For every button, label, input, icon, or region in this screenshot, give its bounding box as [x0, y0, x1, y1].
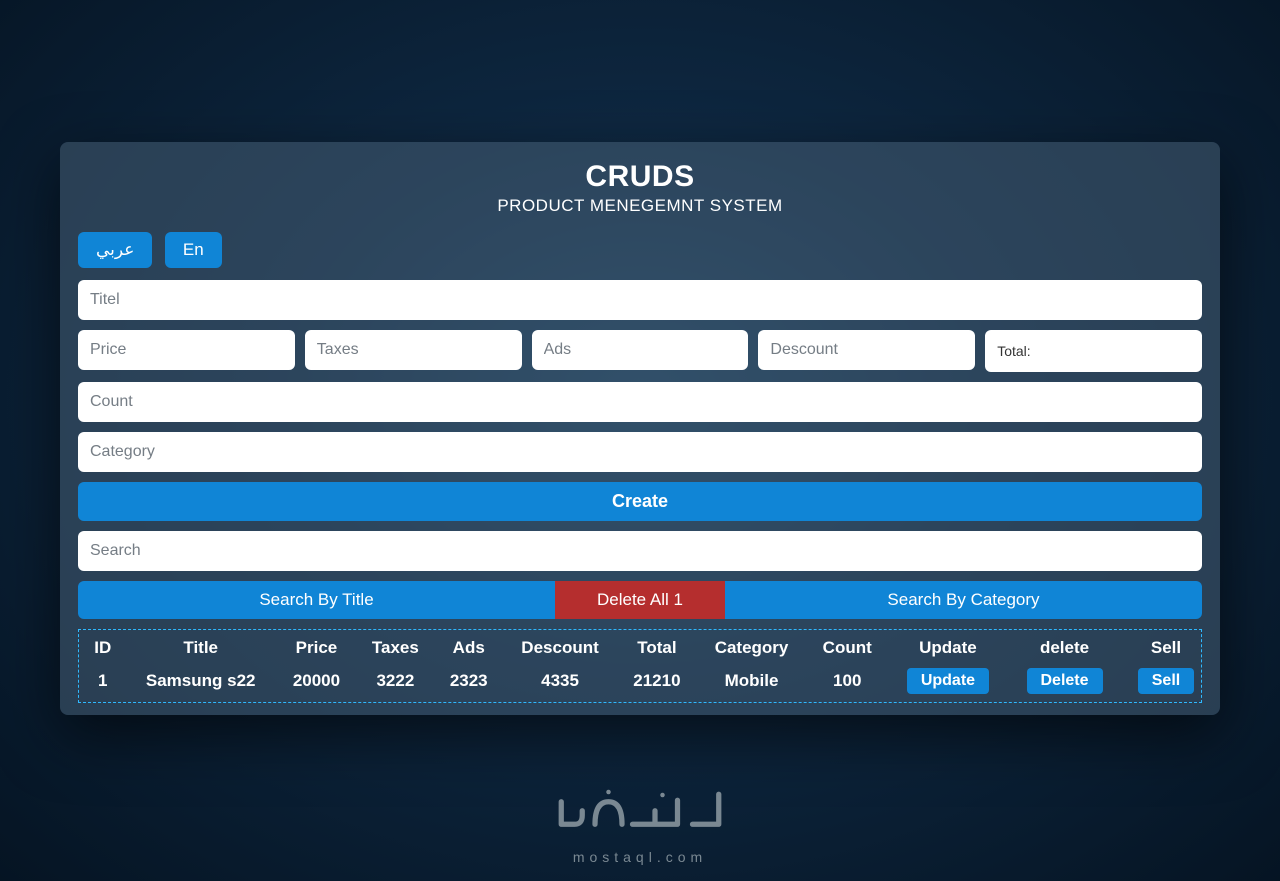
footer-brand-text: mostaql.com	[550, 849, 730, 865]
products-table: ID Title Price Taxes Ads Descount Total …	[81, 632, 1202, 702]
table-container[interactable]: ID Title Price Taxes Ads Descount Total …	[78, 629, 1202, 703]
th-count: Count	[807, 632, 888, 664]
th-discount: Descount	[503, 632, 618, 664]
delete-button[interactable]: Delete	[1027, 668, 1103, 694]
update-button[interactable]: Update	[907, 668, 989, 694]
create-button[interactable]: Create	[78, 482, 1202, 521]
price-input[interactable]	[78, 330, 295, 370]
cell-count: 100	[807, 664, 888, 702]
cell-title: Samsung s22	[125, 664, 277, 702]
lang-arabic-button[interactable]: عربي	[78, 232, 152, 268]
th-title: Title	[125, 632, 277, 664]
count-input[interactable]	[78, 382, 1202, 422]
app-card: CRUDS PRODUCT MENEGEMNT SYSTEM عربي En T…	[60, 142, 1220, 715]
category-input[interactable]	[78, 432, 1202, 472]
cell-category: Mobile	[696, 664, 806, 702]
mostaql-logo-icon	[550, 778, 730, 848]
taxes-input[interactable]	[305, 330, 522, 370]
th-total: Total	[617, 632, 696, 664]
language-row: عربي En	[78, 232, 1202, 268]
th-category: Category	[696, 632, 806, 664]
th-taxes: Taxes	[356, 632, 435, 664]
cell-total: 21210	[617, 664, 696, 702]
table-header-row: ID Title Price Taxes Ads Descount Total …	[81, 632, 1202, 664]
th-price: Price	[277, 632, 356, 664]
search-input[interactable]	[78, 531, 1202, 571]
cell-taxes: 3222	[356, 664, 435, 702]
table-row: 1Samsung s222000032222323433521210Mobile…	[81, 664, 1202, 702]
discount-input[interactable]	[758, 330, 975, 370]
ads-input[interactable]	[532, 330, 749, 370]
page-subtitle: PRODUCT MENEGEMNT SYSTEM	[78, 196, 1202, 216]
cell-id: 1	[81, 664, 125, 702]
cell-discount: 4335	[503, 664, 618, 702]
search-by-category-button[interactable]: Search By Category	[725, 581, 1202, 619]
header: CRUDS PRODUCT MENEGEMNT SYSTEM	[78, 160, 1202, 216]
title-input[interactable]	[78, 280, 1202, 320]
cell-price: 20000	[277, 664, 356, 702]
th-delete: delete	[1008, 632, 1121, 664]
th-sell: Sell	[1121, 632, 1202, 664]
th-ads: Ads	[435, 632, 503, 664]
footer-logo: mostaql.com	[550, 778, 730, 865]
sell-button[interactable]: Sell	[1138, 668, 1194, 694]
lang-english-button[interactable]: En	[165, 232, 222, 268]
cell-ads: 2323	[435, 664, 503, 702]
th-id: ID	[81, 632, 125, 664]
page-title: CRUDS	[78, 160, 1202, 194]
delete-all-button[interactable]: Delete All 1	[555, 581, 725, 619]
th-update: Update	[888, 632, 1008, 664]
search-by-title-button[interactable]: Search By Title	[78, 581, 555, 619]
total-display: Total:	[985, 330, 1202, 372]
